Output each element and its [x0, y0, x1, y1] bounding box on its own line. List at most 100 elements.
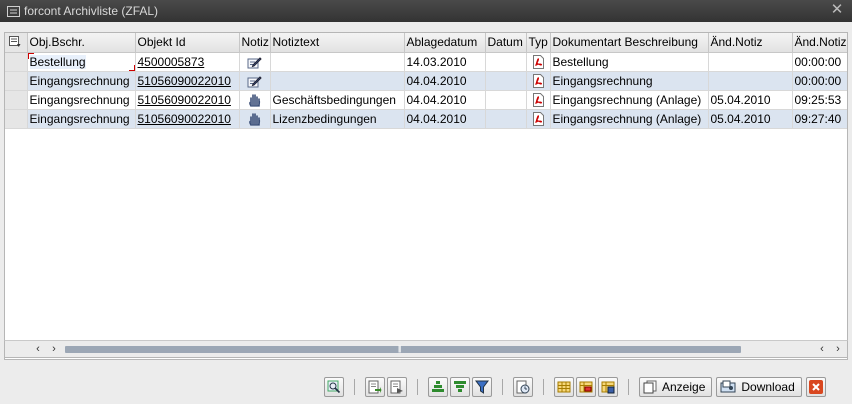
scrollbar-thumb[interactable]: |||	[65, 346, 741, 353]
notiztext-cell	[270, 71, 405, 91]
column-header-obj-bschr[interactable]: Obj.Bschr.	[27, 33, 136, 53]
archive-table: Obj.Bschr. Objekt Id Notiz Notiztext Abl…	[5, 33, 847, 129]
table-row[interactable]: Eingangsrechnung 51056090022010 Geschäft…	[5, 90, 847, 110]
note-view-icon[interactable]	[239, 109, 271, 129]
layout-save-icon	[601, 380, 615, 394]
pdf-icon[interactable]	[526, 90, 551, 110]
details-button[interactable]	[513, 377, 533, 397]
pdf-icon[interactable]	[526, 52, 551, 72]
objekt-id-link[interactable]: 4500005873	[135, 52, 240, 72]
column-header-dokumentart[interactable]: Dokumentart Beschreibung	[550, 33, 709, 53]
column-header-notiz[interactable]: Notiz	[239, 33, 271, 53]
objekt-id-link[interactable]: 51056090022010	[135, 71, 240, 91]
sort-descending-icon	[453, 380, 467, 394]
export-button[interactable]	[365, 377, 385, 397]
layout-select-button[interactable]	[576, 377, 596, 397]
aend-notiz-time-cell: 00:00:00	[792, 52, 847, 72]
notiztext-cell: Geschäftsbedingungen	[270, 90, 405, 110]
table-row[interactable]: Eingangsrechnung 51056090022010 04.04.20…	[5, 71, 847, 91]
layout-save-button[interactable]	[598, 377, 618, 397]
find-icon	[327, 380, 341, 394]
column-header-notiztext[interactable]: Notiztext	[270, 33, 405, 53]
row-selector[interactable]	[5, 71, 28, 91]
chevron-left-icon[interactable]: ‹	[815, 341, 829, 357]
pdf-icon[interactable]	[526, 71, 551, 91]
ablagedatum-cell: 04.04.2010	[404, 90, 486, 110]
ablagedatum-cell: 04.04.2010	[404, 109, 486, 129]
export-alt-icon	[390, 380, 404, 394]
list-window-icon	[6, 5, 20, 17]
table-row[interactable]: Eingangsrechnung 51056090022010 Lizenzbe…	[5, 109, 847, 129]
objekt-id-link[interactable]: 51056090022010	[135, 90, 240, 110]
chevron-right-icon[interactable]: ›	[47, 341, 61, 357]
column-config-icon[interactable]	[5, 33, 25, 51]
note-edit-icon[interactable]	[239, 52, 271, 72]
obj-bschr-cell: Eingangsrechnung	[27, 90, 136, 110]
select-all-button[interactable]	[5, 33, 28, 53]
cancel-icon	[808, 380, 823, 394]
datum-cell	[485, 90, 527, 110]
details-icon	[516, 380, 530, 394]
pdf-icon[interactable]	[526, 109, 551, 129]
column-header-aend-notiz-date[interactable]: Änd.Notiz	[708, 33, 793, 53]
sort-ascending-icon	[431, 380, 445, 394]
layout-select-icon	[579, 380, 593, 394]
column-header-typ[interactable]: Typ	[526, 33, 551, 53]
datum-cell	[485, 71, 527, 91]
scrollbar-grip[interactable]: |||	[398, 346, 402, 353]
title-bar: forcont Archivliste (ZFAL) ✕	[0, 0, 852, 22]
download-button[interactable]: Download	[716, 377, 802, 397]
filter-button[interactable]	[472, 377, 492, 397]
row-selector[interactable]	[5, 109, 28, 129]
download-label: Download	[741, 380, 795, 394]
dokumentart-cell: Eingangsrechnung (Anlage)	[550, 90, 709, 110]
objekt-id-link[interactable]: 51056090022010	[135, 109, 240, 129]
row-selector[interactable]	[5, 52, 28, 72]
window-title: forcont Archivliste (ZFAL)	[24, 4, 159, 18]
note-edit-icon[interactable]	[239, 71, 271, 91]
filter-icon	[475, 380, 489, 394]
display-icon	[643, 380, 657, 394]
dokumentart-cell: Eingangsrechnung (Anlage)	[550, 109, 709, 129]
export-alt-button[interactable]	[387, 377, 407, 397]
datum-cell	[485, 52, 527, 72]
sort-descending-button[interactable]	[450, 377, 470, 397]
sort-ascending-button[interactable]	[428, 377, 448, 397]
toolbar-separator	[417, 379, 418, 395]
table-row[interactable]: Bestellung 4500005873 14.03.2010 Bestell…	[5, 52, 847, 72]
dokumentart-cell: Bestellung	[550, 52, 709, 72]
aend-notiz-time-cell: 09:27:40	[792, 109, 847, 129]
toolbar-separator	[543, 379, 544, 395]
obj-bschr-cell[interactable]: Bestellung	[27, 52, 136, 72]
cancel-button[interactable]	[805, 377, 826, 397]
row-selector[interactable]	[5, 90, 28, 110]
header-row: Obj.Bschr. Objekt Id Notiz Notiztext Abl…	[5, 33, 847, 53]
aend-notiz-date-cell	[708, 71, 793, 91]
column-header-datum[interactable]: Datum	[485, 33, 527, 53]
layout-button[interactable]	[554, 377, 574, 397]
note-view-icon[interactable]	[239, 90, 271, 110]
close-icon[interactable]: ✕	[830, 2, 844, 17]
download-icon	[720, 380, 736, 394]
layout-icon	[557, 380, 571, 394]
column-header-ablagedatum[interactable]: Ablagedatum	[404, 33, 486, 53]
aend-notiz-date-cell: 05.04.2010	[708, 109, 793, 129]
column-header-aend-notiz-time[interactable]: Änd.Notiz	[792, 33, 847, 53]
anzeige-button[interactable]: Anzeige	[639, 377, 713, 397]
archive-grid: Obj.Bschr. Objekt Id Notiz Notiztext Abl…	[4, 32, 848, 360]
toolbar-separator	[628, 379, 629, 395]
notiztext-cell: Lizenzbedingungen	[270, 109, 405, 129]
horizontal-scrollbar[interactable]: ‹ › ||| ‹ ›	[4, 340, 848, 358]
aend-notiz-date-cell	[708, 52, 793, 72]
find-button[interactable]	[324, 377, 344, 397]
toolbar-separator	[354, 379, 355, 395]
chevron-right-icon[interactable]: ›	[831, 341, 845, 357]
anzeige-label: Anzeige	[662, 380, 706, 394]
chevron-left-icon[interactable]: ‹	[31, 341, 45, 357]
obj-bschr-cell: Eingangsrechnung	[27, 109, 136, 129]
aend-notiz-time-cell: 09:25:53	[792, 90, 847, 110]
aend-notiz-date-cell: 05.04.2010	[708, 90, 793, 110]
notiztext-cell	[270, 52, 405, 72]
column-header-objekt-id[interactable]: Objekt Id	[135, 33, 240, 53]
dokumentart-cell: Eingangsrechnung	[550, 71, 709, 91]
